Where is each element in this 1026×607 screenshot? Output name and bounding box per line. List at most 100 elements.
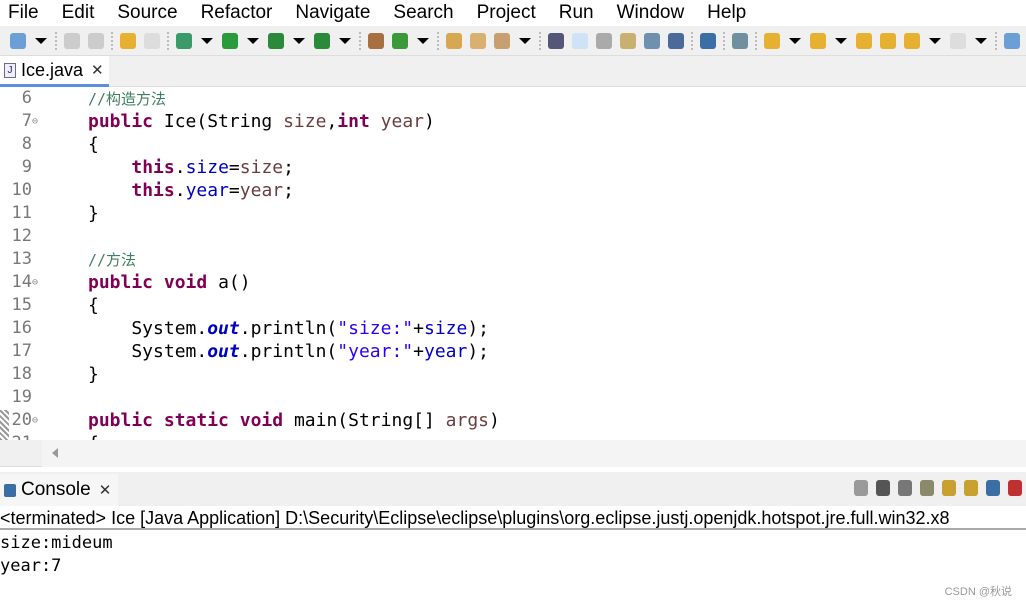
code-line: 7 ⊖ public Ice(String size,int year): [0, 110, 1026, 133]
skip-breakpoints-icon[interactable]: [732, 32, 748, 49]
new-package-icon[interactable]: [368, 32, 384, 49]
last-edit-icon[interactable]: [856, 32, 872, 49]
dropdown-arrow-icon[interactable]: [201, 37, 213, 44]
tab-console[interactable]: Console ✕: [0, 474, 118, 506]
dropdown-arrow-icon[interactable]: [247, 37, 259, 44]
console-status: <terminated> Ice [Java Application] D:\S…: [0, 506, 1026, 530]
menu-project[interactable]: Project: [477, 2, 536, 24]
word-wrap-icon[interactable]: [964, 480, 978, 496]
whitespace-icon[interactable]: [668, 32, 684, 49]
horizontal-scrollbar[interactable]: [0, 440, 1026, 467]
fold-icon[interactable]: ⊖: [32, 271, 38, 294]
menu-search[interactable]: Search: [393, 2, 453, 24]
annotation-icon[interactable]: [548, 32, 564, 49]
dropdown-arrow-icon[interactable]: [35, 37, 47, 44]
close-icon[interactable]: ✕: [99, 481, 112, 499]
scroll-track[interactable]: [42, 440, 1026, 467]
run-icon[interactable]: [222, 32, 238, 49]
block-icon[interactable]: [644, 32, 660, 49]
code-text: System.out.println("size:"+size);: [88, 317, 489, 340]
highlight-icon[interactable]: [572, 32, 588, 49]
code-line: 6 //构造方法: [0, 87, 1026, 110]
terminate-icon[interactable]: [854, 480, 868, 496]
pin-editor-icon[interactable]: [1004, 32, 1020, 49]
redo-icon[interactable]: [144, 32, 160, 49]
code-token: //构造方法: [88, 90, 167, 108]
code-token: }: [88, 203, 99, 224]
toolbar-separator: [167, 31, 169, 50]
show-on-stdout-icon[interactable]: [986, 480, 1000, 496]
code-editor[interactable]: 6 //构造方法 7 ⊖ public Ice(String size,int year…: [0, 87, 1026, 440]
debug-icon[interactable]: [176, 32, 192, 49]
code-text: {: [88, 432, 99, 440]
remove-all-icon[interactable]: [898, 480, 912, 496]
output-line: year:7: [0, 556, 62, 576]
menu-file[interactable]: File: [8, 2, 39, 24]
code-token: year: [185, 180, 229, 201]
new-class-icon[interactable]: [392, 32, 408, 49]
menu-refactor[interactable]: Refactor: [201, 2, 273, 24]
console-output: size:mideum year:7: [0, 532, 113, 578]
tab-label: Ice.java: [21, 59, 84, 80]
menu-source[interactable]: Source: [117, 2, 177, 24]
code-line: 12: [0, 225, 1026, 248]
code-token: =: [228, 180, 240, 201]
forward-edit-icon[interactable]: [880, 32, 896, 49]
menu-help[interactable]: Help: [707, 2, 746, 24]
next-annotation-icon[interactable]: [764, 32, 780, 49]
remove-launch-icon[interactable]: [876, 480, 890, 496]
line-number: 16: [11, 318, 32, 338]
code-token: public: [88, 272, 154, 293]
code-text: {: [88, 133, 99, 156]
dropdown-arrow-icon[interactable]: [417, 37, 429, 44]
menu-navigate[interactable]: Navigate: [295, 2, 370, 24]
console-view-icon[interactable]: [700, 32, 716, 49]
open-folder-icon[interactable]: [470, 32, 486, 49]
menu-edit[interactable]: Edit: [62, 2, 95, 24]
close-icon[interactable]: ✕: [91, 61, 104, 79]
dropdown-arrow-icon[interactable]: [293, 37, 305, 44]
menu-window[interactable]: Window: [617, 2, 685, 24]
dropdown-arrow-icon[interactable]: [789, 37, 801, 44]
line-number: 19: [11, 387, 32, 407]
dropdown-arrow-icon[interactable]: [929, 37, 941, 44]
tab-ice-java[interactable]: J Ice.java ✕: [0, 56, 109, 87]
toggle-icon[interactable]: [596, 32, 612, 49]
save-icon[interactable]: [64, 32, 80, 49]
console-icon: [4, 483, 16, 497]
code-token: size: [283, 111, 327, 132]
toolbar-separator: [995, 31, 997, 50]
menu-run[interactable]: Run: [559, 2, 594, 24]
run-coverage-icon[interactable]: [268, 32, 284, 49]
prev-annotation-icon[interactable]: [810, 32, 826, 49]
code-token: out: [207, 341, 240, 362]
dropdown-arrow-icon[interactable]: [975, 37, 987, 44]
dropdown-arrow-icon[interactable]: [835, 37, 847, 44]
back-icon[interactable]: [904, 32, 920, 49]
forward-icon[interactable]: [950, 32, 966, 49]
code-token: }: [88, 364, 99, 385]
search-tool-icon[interactable]: [494, 32, 510, 49]
save-all-icon[interactable]: [88, 32, 104, 49]
menu-bar: File Edit Source Refactor Navigate Search Proj…: [0, 0, 1026, 26]
clear-console-icon[interactable]: [920, 480, 934, 496]
open-type-icon[interactable]: [446, 32, 462, 49]
code-token: Ice(String: [153, 111, 284, 132]
fold-icon[interactable]: ⊖: [32, 409, 38, 432]
undo-icon[interactable]: [120, 32, 136, 49]
external-tools-icon[interactable]: [314, 32, 330, 49]
line-number: 6: [21, 88, 32, 108]
code-token: =: [228, 157, 240, 178]
show-on-stderr-icon[interactable]: [1008, 480, 1022, 496]
scroll-left-icon[interactable]: [52, 448, 58, 458]
scroll-lock-icon[interactable]: [942, 480, 956, 496]
fold-icon[interactable]: ⊖: [32, 110, 38, 133]
format-icon[interactable]: [620, 32, 636, 49]
code-token: ;: [283, 157, 294, 178]
new-icon[interactable]: [10, 32, 26, 49]
dropdown-arrow-icon[interactable]: [519, 37, 531, 44]
dropdown-arrow-icon[interactable]: [339, 37, 351, 44]
line-number: 10: [11, 180, 32, 200]
